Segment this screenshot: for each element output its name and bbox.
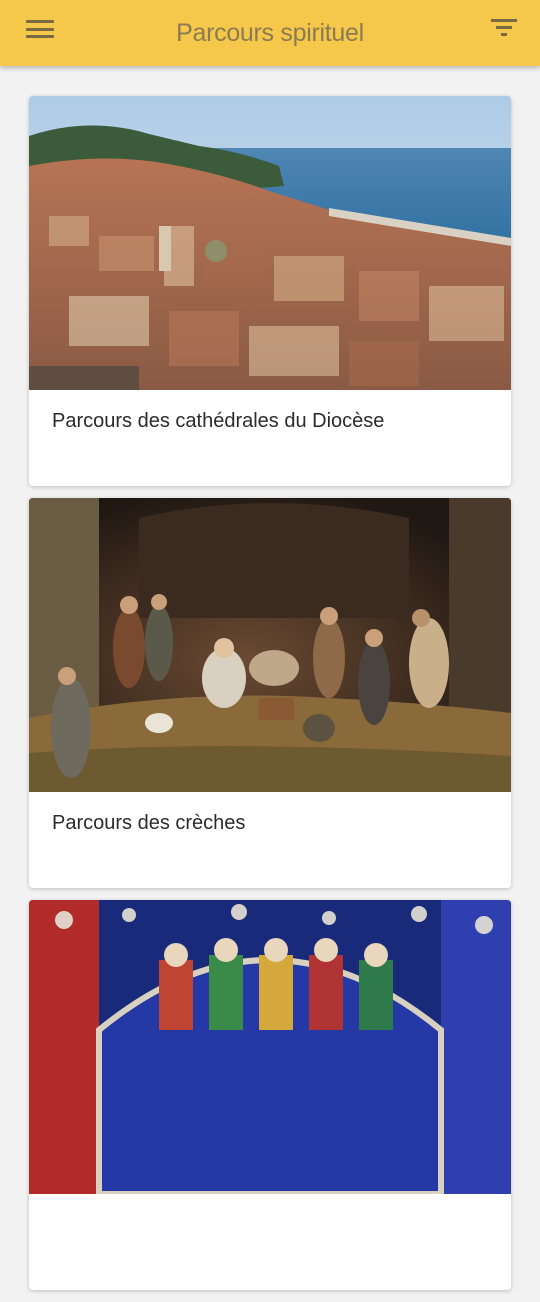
- app-bar: Parcours spirituel: [0, 0, 540, 66]
- card-title: Parcours des cathédrales du Diocèse: [52, 410, 385, 432]
- card-image-stained-glass: [29, 900, 511, 1194]
- page-title: Parcours spirituel: [176, 18, 364, 47]
- card-creches[interactable]: Parcours des crèches: [29, 498, 511, 888]
- card-image-city: [29, 96, 511, 390]
- card-image-nativity: [29, 498, 511, 792]
- card-cathedrales[interactable]: Parcours des cathédrales du Diocèse: [29, 96, 511, 486]
- card-vitraux[interactable]: [29, 900, 511, 1290]
- filter-list-icon[interactable]: [490, 16, 518, 38]
- hamburger-menu-icon-bar: [26, 27, 54, 31]
- hamburger-menu-icon-bar: [26, 35, 54, 38]
- card-body: [29, 1194, 511, 1290]
- card-list: Parcours des cathédrales du Diocèse Parc…: [29, 96, 511, 1302]
- card-body: Parcours des cathédrales du Diocèse: [29, 390, 511, 486]
- menu-button[interactable]: [26, 18, 54, 40]
- card-title: Parcours des crèches: [52, 812, 246, 834]
- hamburger-menu-icon: [26, 20, 54, 23]
- card-body: Parcours des crèches: [29, 792, 511, 888]
